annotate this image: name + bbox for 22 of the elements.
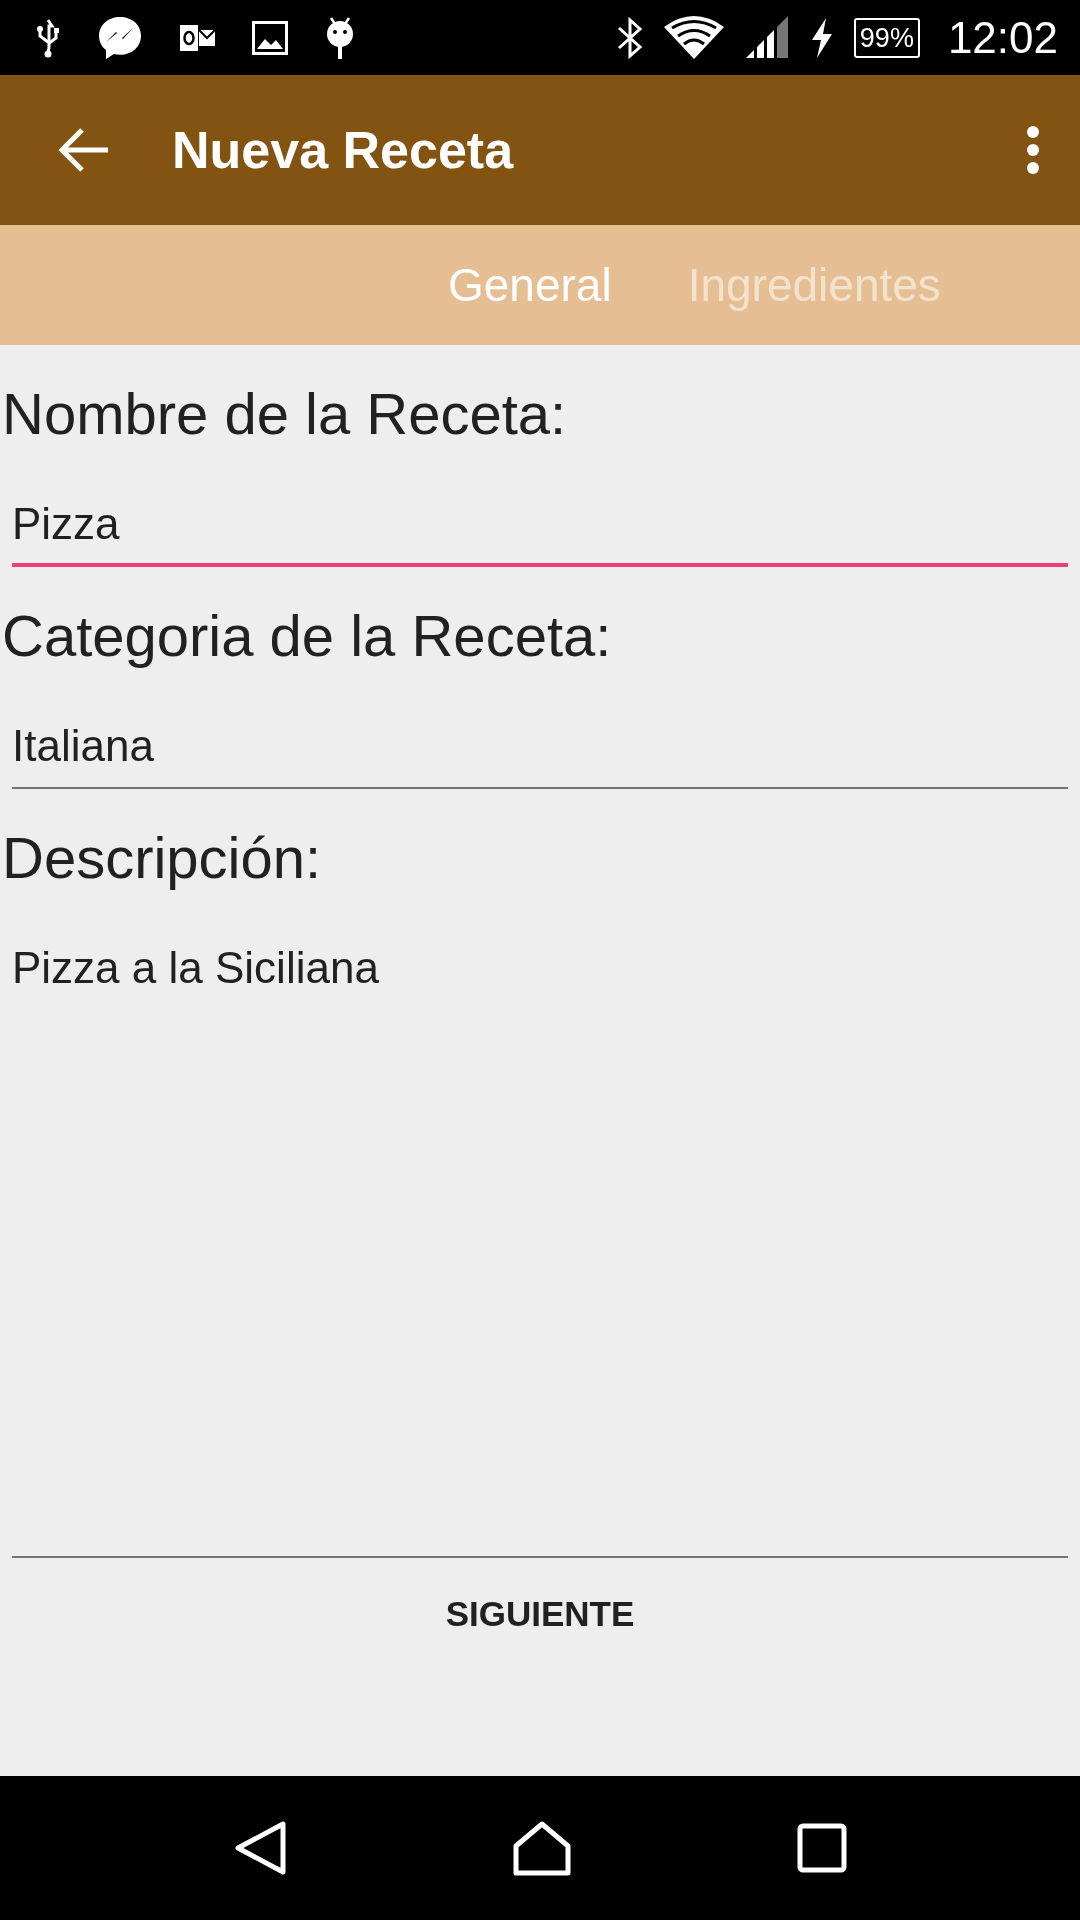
field-label: Descripción: — [1, 824, 323, 892]
battery-level: 99% — [853, 17, 920, 58]
field-label: Categoria de la Receta: — [1, 602, 613, 670]
usb-icon — [36, 17, 60, 58]
charging-icon — [809, 17, 834, 58]
home-icon[interactable] — [512, 1820, 572, 1876]
field-label: Nombre de la Receta: — [1, 380, 568, 448]
back-arrow-icon[interactable] — [58, 127, 110, 173]
recent-apps-icon[interactable] — [797, 1823, 848, 1873]
screen-title: Nueva Receta — [172, 120, 515, 180]
wifi-icon — [663, 14, 724, 61]
overflow-menu-icon[interactable] — [1026, 125, 1040, 175]
next-button[interactable]: SIGUIENTE — [405, 1564, 675, 1664]
back-icon[interactable] — [232, 1820, 287, 1876]
input-field[interactable]: Italiana — [12, 681, 1068, 789]
text-area[interactable]: Pizza a la Siciliana — [12, 903, 1068, 1558]
clock-time: 12:02 — [947, 12, 1058, 63]
mail-app-icon — [180, 22, 216, 53]
image-icon — [252, 20, 288, 55]
android-icon — [324, 15, 356, 60]
bluetooth-icon — [615, 15, 644, 60]
input-field[interactable]: Pizza — [12, 459, 1068, 567]
